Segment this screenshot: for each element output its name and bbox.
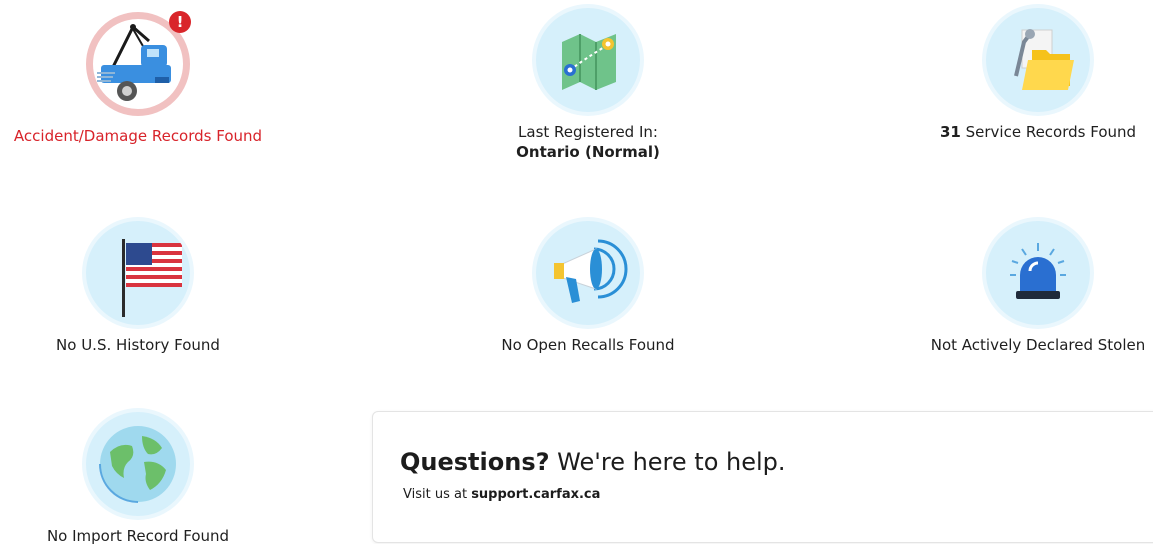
stolen-icon-circle — [986, 221, 1090, 325]
registration-label-value: Ontario (Normal) — [516, 143, 660, 161]
help-sub-prefix: Visit us at — [403, 487, 472, 502]
vehicle-history-summary: ! Accident/Damage Records Found Last Reg… — [0, 0, 1153, 544]
megaphone-icon — [554, 239, 628, 303]
map-icon — [562, 34, 616, 90]
us-flag-icon — [122, 239, 182, 317]
accident-icon-circle: ! — [86, 11, 191, 116]
registration-icon-circle — [536, 8, 640, 112]
import-icon-circle — [86, 412, 190, 516]
globe-icon — [99, 426, 176, 503]
service-tile[interactable]: 31 Service Records Found — [888, 8, 1153, 142]
registration-tile[interactable]: Last Registered In: Ontario (Normal) — [438, 8, 738, 162]
help-subtext: Visit us at support.carfax.ca — [403, 487, 600, 502]
service-label-suffix: Service Records Found — [965, 123, 1137, 141]
registration-label: Last Registered In: Ontario (Normal) — [438, 122, 738, 162]
folder-wrench-icon — [1014, 29, 1074, 90]
us-history-tile[interactable]: No U.S. History Found — [0, 221, 288, 355]
accident-label: Accident/Damage Records Found — [13, 127, 263, 145]
accident-tile[interactable]: ! Accident/Damage Records Found — [0, 11, 288, 146]
service-count: 31 — [939, 123, 961, 141]
import-label: No Import Record Found — [46, 527, 230, 544]
help-heading: Questions? We're here to help. — [400, 448, 786, 476]
help-heading-bold: Questions? — [400, 448, 550, 476]
service-icon-circle — [986, 8, 1090, 112]
us-history-icon-circle — [86, 221, 190, 325]
stolen-tile[interactable]: Not Actively Declared Stolen — [888, 221, 1153, 355]
support-link[interactable]: support.carfax.ca — [471, 487, 600, 502]
help-card: Questions? We're here to help. Visit us … — [372, 411, 1153, 543]
siren-icon — [1010, 243, 1066, 299]
registration-label-prefix: Last Registered In: — [518, 123, 658, 141]
us-history-label: No U.S. History Found — [56, 336, 220, 354]
service-label: 31 Service Records Found — [888, 122, 1153, 142]
tow-truck-icon — [97, 24, 171, 101]
recalls-icon-circle — [536, 221, 640, 325]
help-heading-rest: We're here to help. — [549, 448, 786, 476]
stolen-label: Not Actively Declared Stolen — [930, 336, 1146, 354]
recalls-tile[interactable]: No Open Recalls Found — [438, 221, 738, 355]
recalls-label: No Open Recalls Found — [501, 336, 675, 354]
import-tile[interactable]: No Import Record Found — [0, 412, 288, 544]
